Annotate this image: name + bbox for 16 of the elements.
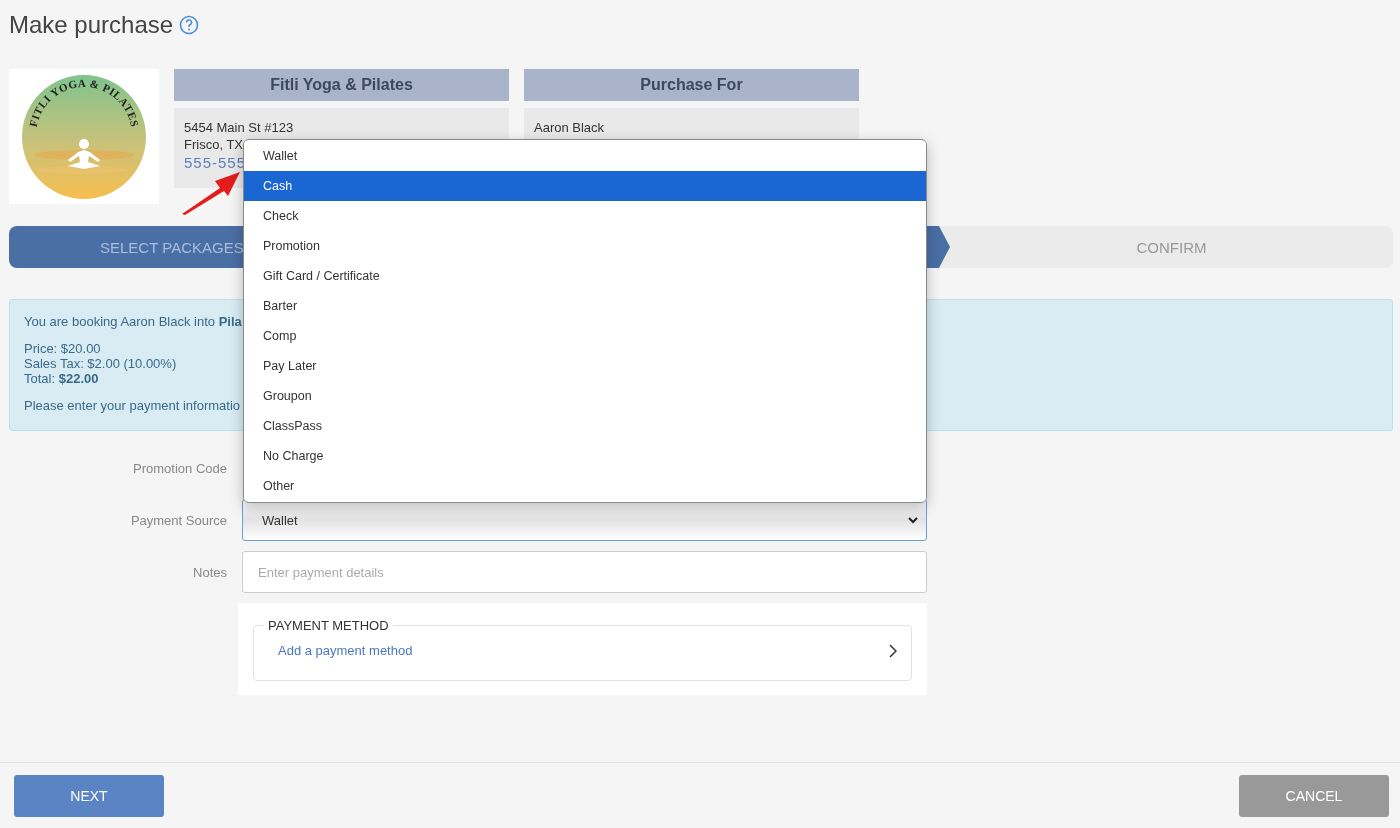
payment-method-legend: PAYMENT METHOD	[264, 618, 393, 633]
studio-name: Fitli Yoga & Pilates	[174, 69, 509, 101]
client-name: Aaron Black	[534, 120, 605, 135]
address-line: 5454 Main St #123	[184, 120, 294, 135]
field-label: Promotion Code	[133, 460, 227, 476]
price-text: Price: $20.00	[24, 341, 101, 356]
city-line: Frisco, TX	[184, 137, 243, 152]
page-title: Make purchase	[9, 11, 174, 39]
field-label: Notes	[193, 564, 227, 580]
phone-number: 555-555	[184, 154, 247, 171]
total-text: Total: $22.00	[24, 371, 99, 386]
booking-text: You are booking Aaron Black into Pila	[24, 314, 242, 329]
purchase-for-heading: Purchase For	[524, 69, 859, 101]
field-label: Payment Source	[130, 512, 227, 528]
tax-text: Sales Tax: $2.00 (10.00%)	[24, 356, 177, 371]
payment-prompt: Please enter your payment informatio	[24, 398, 241, 413]
